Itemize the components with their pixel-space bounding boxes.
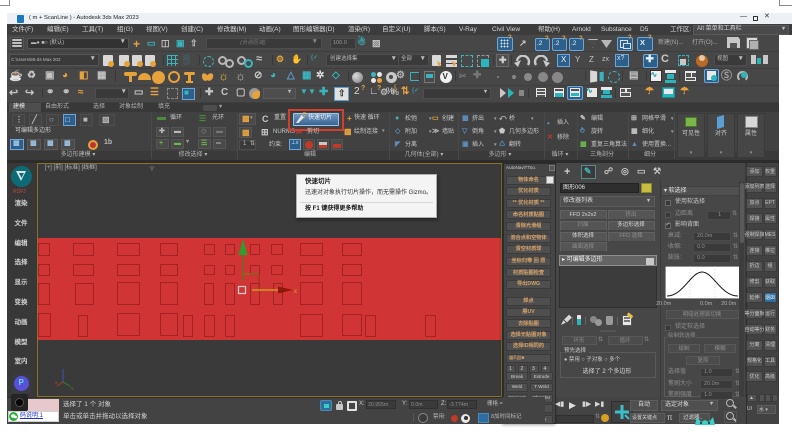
svg-text:x: x [294,289,297,295]
svg-text:y: y [71,386,74,390]
